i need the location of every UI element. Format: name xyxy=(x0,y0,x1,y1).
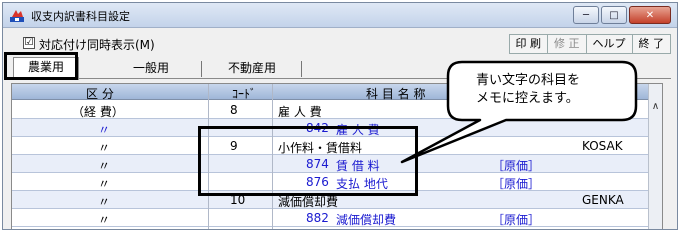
row-code: 8 xyxy=(230,103,238,117)
row-detail-name: 賃 借 料 xyxy=(336,159,380,173)
table-row[interactable]: 〃 882 減価償却費 ［原価］ xyxy=(12,209,662,227)
row-detail-code: 842 xyxy=(306,121,329,135)
row-category: （経 費） xyxy=(72,105,124,119)
column-divider xyxy=(208,84,209,229)
header-category: 区 分 xyxy=(86,87,114,101)
close-button[interactable]: ✕ xyxy=(629,6,671,24)
row-detail-name: 減価償却費 xyxy=(336,213,397,227)
print-button[interactable]: 印 刷 xyxy=(509,35,548,53)
help-button[interactable]: ヘルプ xyxy=(586,35,633,53)
row-extra-code: GENKA xyxy=(582,193,624,207)
row-detail-name: 支払 地代 xyxy=(336,177,388,191)
minimize-button[interactable]: ─ xyxy=(573,6,599,24)
account-grid: 区 分 ｺｰﾄﾞ 科 目 名 称 （経 費） 8 雇 人 費 〃 842 雇 人… xyxy=(11,83,663,229)
window-controls: ─ □ ✕ xyxy=(571,6,671,24)
row-account-name: 雇 人 費 xyxy=(278,105,322,119)
row-detail-code: 882 xyxy=(306,211,329,225)
sync-display-label[interactable]: 対応付け同時表示(M) xyxy=(39,36,155,53)
scroll-up-icon[interactable]: ∧ xyxy=(649,100,662,114)
sync-display-checkbox[interactable]: ☑ xyxy=(23,37,35,49)
row-cost-tag: ［原価］ xyxy=(492,213,541,227)
row-account-name: 減価償却費 xyxy=(278,195,339,209)
maximize-icon: □ xyxy=(609,9,619,21)
row-account-name: 小作料・賃借料 xyxy=(278,141,363,155)
window-title: 収支内訳書科目設定 xyxy=(31,10,130,23)
minimize-icon: ─ xyxy=(582,9,590,21)
table-row[interactable]: 〃 876 支払 地代 ［原価］ xyxy=(12,173,662,191)
table-row[interactable]: 〃 9 小作料・賃借料 KOSAK xyxy=(12,137,662,155)
row-category: 〃 xyxy=(98,213,111,227)
row-category: 〃 xyxy=(98,123,111,137)
table-row[interactable]: 〃 10 減価償却費 GENKA xyxy=(12,191,662,209)
tab-general[interactable]: 一般用 xyxy=(111,59,191,79)
table-row[interactable]: （経 費） 8 雇 人 費 xyxy=(12,101,662,119)
header-item-name: 科 目 名 称 xyxy=(366,87,426,101)
app-icon xyxy=(10,10,24,22)
maximize-button[interactable]: □ xyxy=(601,6,627,24)
title-bar: 収支内訳書科目設定 ─ □ ✕ xyxy=(3,3,677,28)
row-category: 〃 xyxy=(98,195,111,209)
exit-button[interactable]: 終 了 xyxy=(632,35,670,53)
column-divider xyxy=(272,84,273,229)
row-detail-code: 876 xyxy=(306,175,329,189)
grid-header: 区 分 ｺｰﾄﾞ 科 目 名 称 xyxy=(12,84,662,101)
row-extra-code: KOSAK xyxy=(582,139,623,153)
row-category: 〃 xyxy=(98,177,111,191)
row-category: 〃 xyxy=(98,159,111,173)
tab-separator xyxy=(201,61,202,77)
vertical-scrollbar[interactable]: ∧ xyxy=(648,84,662,229)
tab-strip: 農業用 一般用 不動産用 xyxy=(11,57,671,80)
tab-real-estate[interactable]: 不動産用 xyxy=(207,59,297,79)
edit-button[interactable]: 修 正 xyxy=(548,35,587,53)
header-code: ｺｰﾄﾞ xyxy=(232,87,257,101)
table-row[interactable]: 〃 874 賃 借 料 ［原価］ xyxy=(12,155,662,173)
row-cost-tag: ［原価］ xyxy=(492,159,541,173)
options-row: ☑ 対応付け同時表示(M) 印 刷 修 正 ヘルプ 終 了 xyxy=(3,33,677,55)
table-row[interactable]: 〃 842 雇 人 費 xyxy=(12,119,662,137)
row-code: 10 xyxy=(230,193,246,207)
toolbar: 印 刷 修 正 ヘルプ 終 了 xyxy=(508,34,671,54)
tab-agriculture[interactable]: 農業用 xyxy=(13,57,79,80)
row-cost-tag: ［原価］ xyxy=(492,177,541,191)
row-detail-code: 874 xyxy=(306,157,329,171)
settings-window: 収支内訳書科目設定 ─ □ ✕ ☑ 対応付け同時表示(M) 印 刷 修 正 ヘル… xyxy=(2,2,678,230)
tab-separator xyxy=(301,61,302,77)
close-icon: ✕ xyxy=(645,9,655,21)
row-detail-name: 雇 人 費 xyxy=(336,123,380,137)
row-category: 〃 xyxy=(98,141,111,155)
row-code: 9 xyxy=(230,139,238,153)
